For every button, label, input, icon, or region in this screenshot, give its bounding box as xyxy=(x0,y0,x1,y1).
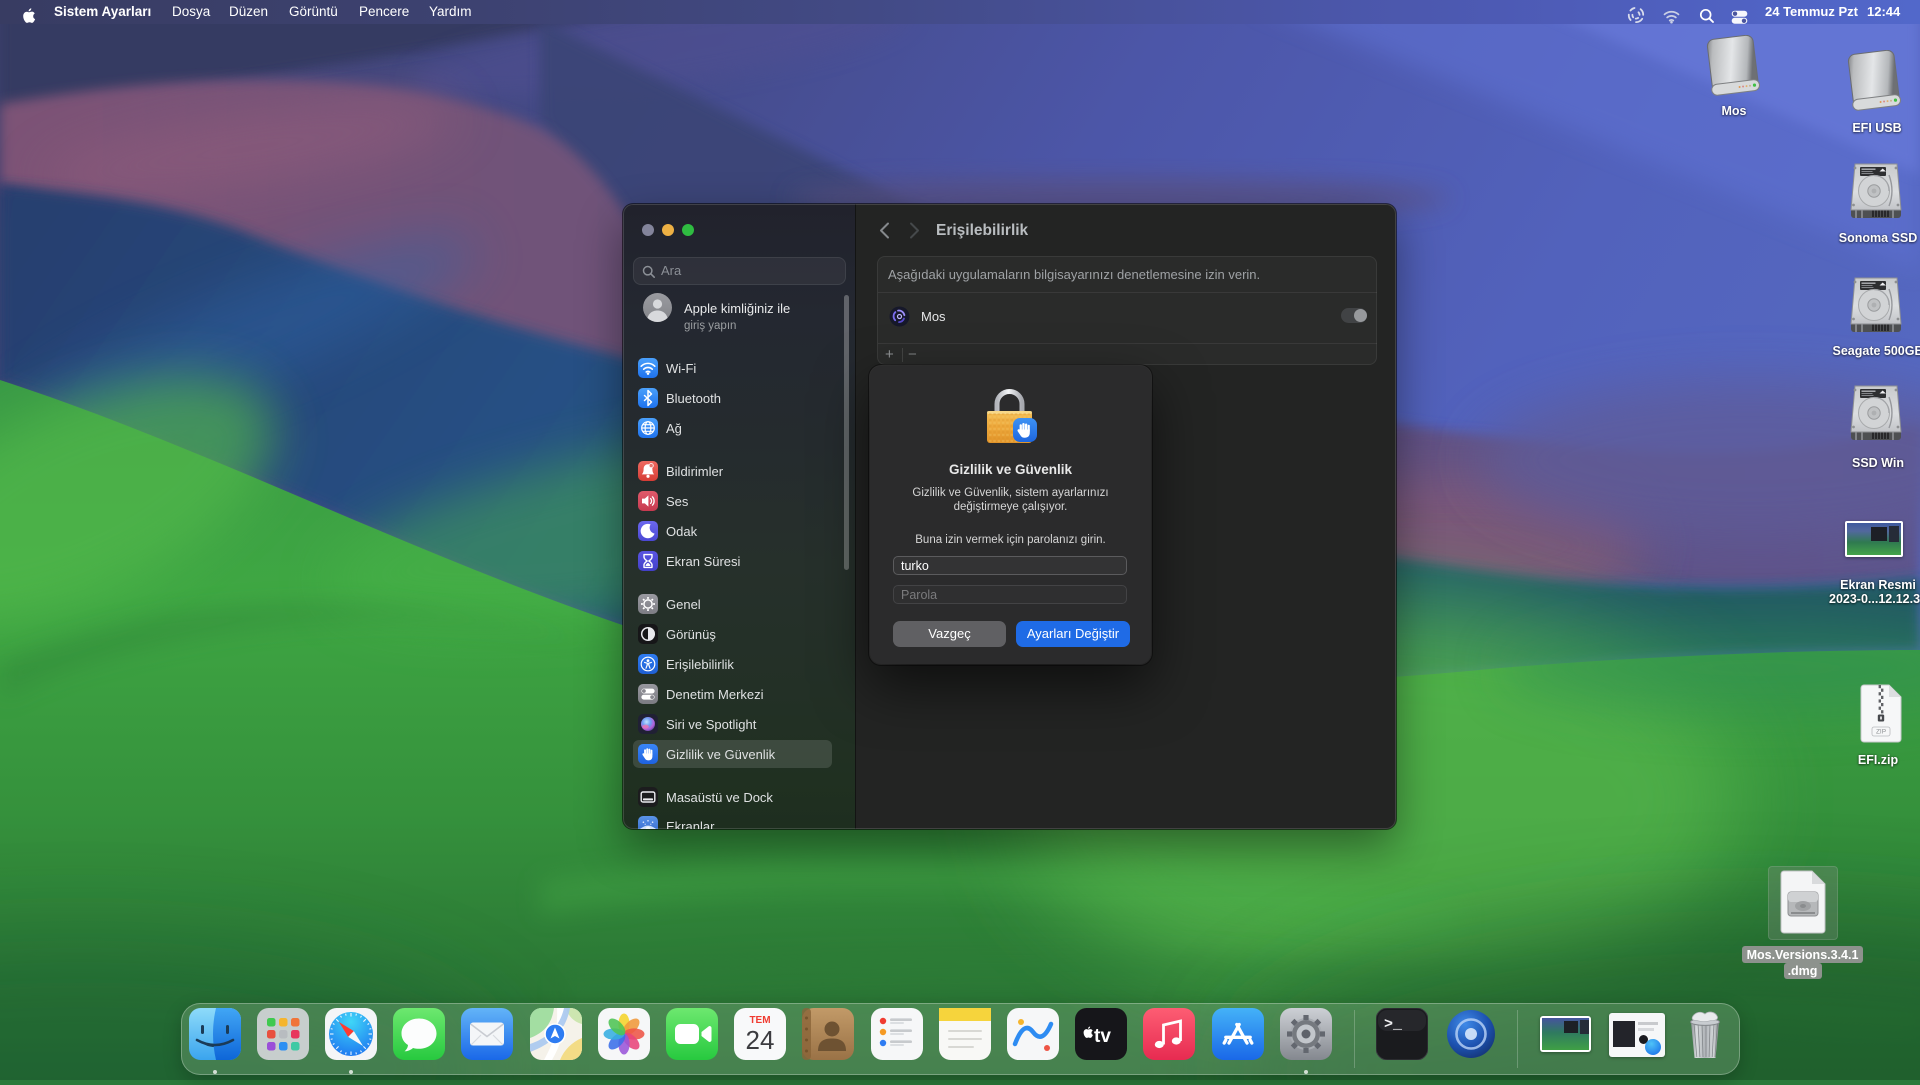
svg-text:>_: >_ xyxy=(1384,1016,1403,1033)
svg-text:tv: tv xyxy=(1094,1026,1111,1047)
svg-text:ZIP: ZIP xyxy=(1876,729,1886,736)
svg-text:24: 24 xyxy=(746,1025,775,1055)
